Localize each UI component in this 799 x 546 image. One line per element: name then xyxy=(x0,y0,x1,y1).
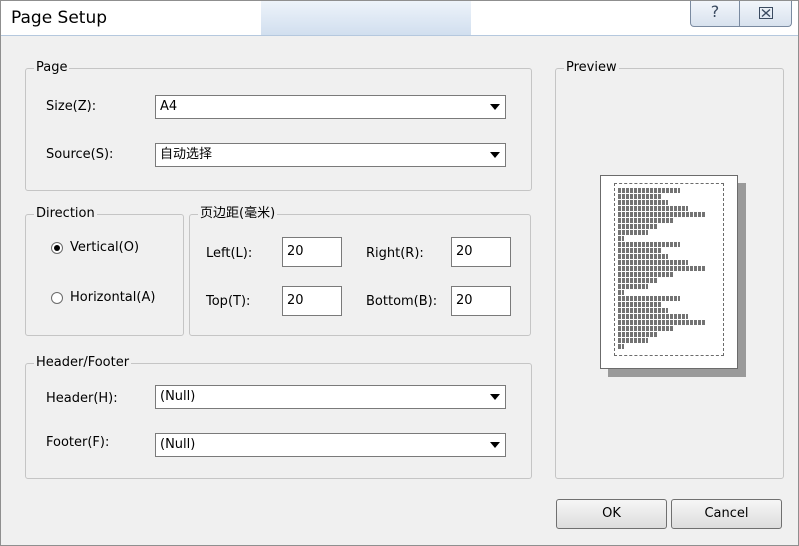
top-margin-input[interactable]: 20 xyxy=(282,286,342,316)
chevron-down-icon[interactable] xyxy=(486,146,503,164)
size-select-value: A4 xyxy=(160,99,178,114)
vertical-radio-label[interactable]: Vertical(O) xyxy=(70,239,139,257)
horizontal-radio[interactable] xyxy=(51,292,63,304)
direction-group-legend: Direction xyxy=(34,205,97,223)
footer-select[interactable]: (Null) xyxy=(155,433,506,457)
left-margin-input[interactable]: 20 xyxy=(282,237,342,267)
title-bar-glass xyxy=(261,1,471,35)
horizontal-radio-label[interactable]: Horizontal(A) xyxy=(70,289,155,307)
help-button[interactable]: ? xyxy=(691,1,740,26)
right-margin-input[interactable]: 20 xyxy=(451,237,511,267)
header-label: Header(H): xyxy=(46,391,118,406)
right-margin-label: Right(R): xyxy=(366,246,424,261)
vertical-radio[interactable] xyxy=(51,242,63,254)
page-group-legend: Page xyxy=(34,59,70,77)
title-bar: Page Setup ? xyxy=(1,1,798,36)
chevron-down-icon[interactable] xyxy=(486,98,503,116)
preview-margin-box xyxy=(614,183,724,356)
preview-group-legend: Preview xyxy=(564,59,619,77)
size-label: Size(Z): xyxy=(46,99,97,114)
header-footer-group-legend: Header/Footer xyxy=(34,354,132,372)
ok-button[interactable]: OK xyxy=(556,499,667,529)
help-icon: ? xyxy=(710,2,720,21)
title-bar-buttons: ? xyxy=(690,1,792,27)
source-label: Source(S): xyxy=(46,147,114,162)
header-footer-group: Header/Footer xyxy=(25,354,532,479)
source-select[interactable]: 自动选择 xyxy=(155,143,506,167)
size-select[interactable]: A4 xyxy=(155,95,506,119)
bottom-margin-label: Bottom(B): xyxy=(366,294,438,309)
cancel-button[interactable]: Cancel xyxy=(671,499,782,529)
chevron-down-icon[interactable] xyxy=(486,436,503,454)
window-title: Page Setup xyxy=(11,8,108,28)
source-select-value: 自动选择 xyxy=(160,147,213,162)
close-icon xyxy=(758,7,773,19)
close-button[interactable] xyxy=(740,1,791,26)
margins-group: 页边距(毫米) xyxy=(189,205,531,336)
footer-label: Footer(F): xyxy=(46,435,110,450)
header-select[interactable]: (Null) xyxy=(155,385,506,409)
page-setup-dialog: Page Setup ? Page Size(Z): A4 Source(S):… xyxy=(0,0,799,546)
bottom-margin-input[interactable]: 20 xyxy=(451,286,511,316)
page-group: Page xyxy=(25,59,532,191)
left-margin-label: Left(L): xyxy=(206,246,253,261)
footer-select-value: (Null) xyxy=(160,437,196,452)
header-select-value: (Null) xyxy=(160,389,196,404)
margins-group-legend: 页边距(毫米) xyxy=(198,205,278,223)
chevron-down-icon[interactable] xyxy=(486,388,503,406)
direction-group: Direction xyxy=(25,205,184,336)
top-margin-label: Top(T): xyxy=(206,294,251,309)
